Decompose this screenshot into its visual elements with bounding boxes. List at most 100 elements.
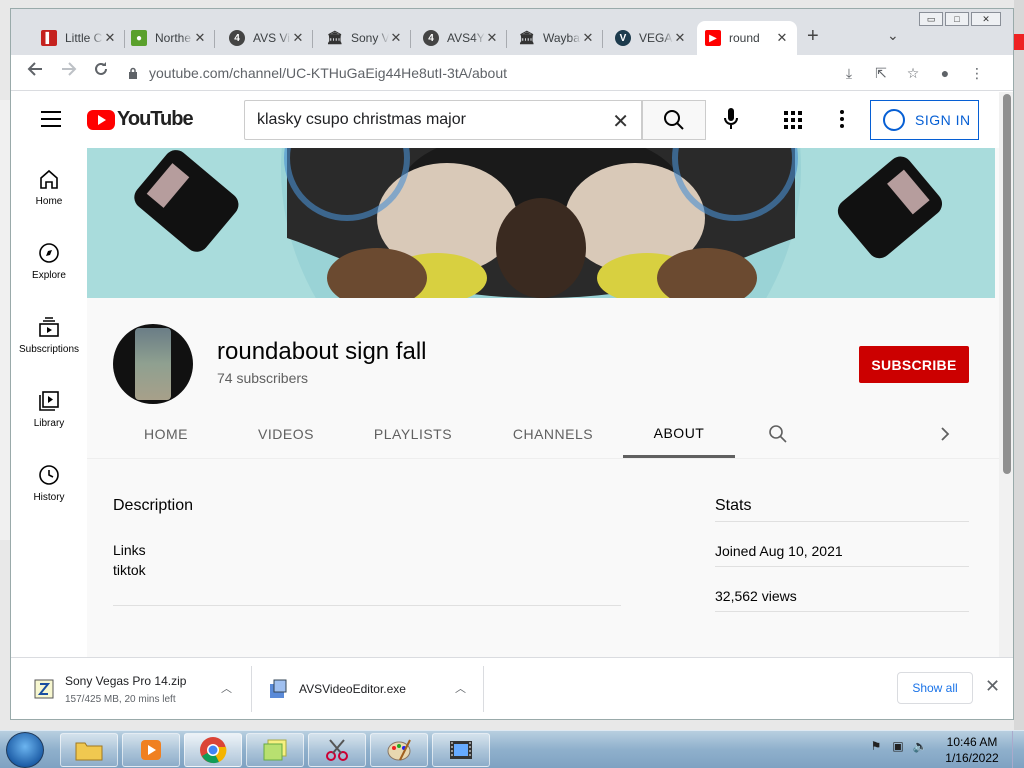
clear-search-icon[interactable]: ✕ — [612, 109, 629, 134]
browser-tab[interactable]: ▶ round ✕ — [697, 21, 797, 55]
apps-grid-icon[interactable] — [784, 111, 802, 129]
vegas-icon: V — [615, 30, 631, 46]
browser-tab[interactable]: 🏛 Sony V ✕ — [319, 21, 411, 55]
browser-tab[interactable]: 🏛 Waybac✕ — [511, 21, 603, 55]
channel-search-icon[interactable] — [763, 410, 793, 458]
tab-close-icon[interactable]: ✕ — [389, 30, 403, 46]
sidebar-item-subscriptions[interactable]: Subscriptions — [11, 310, 87, 355]
new-tab-button[interactable]: + — [807, 25, 819, 48]
chevron-up-icon[interactable]: ︿ — [221, 680, 232, 696]
sidebar-item-history[interactable]: History — [11, 458, 87, 503]
sign-in-button[interactable]: SIGN IN — [870, 100, 979, 140]
tab-close-icon[interactable]: ✕ — [673, 30, 687, 46]
chrome-icon — [200, 737, 227, 764]
tab-title: Little C — [65, 31, 103, 45]
bookmark-star-icon[interactable]: ☆ — [897, 65, 929, 82]
download-item-sony-vegas[interactable]: Sony Vegas Pro 14.zip 157/425 MB, 20 min… — [33, 658, 247, 719]
close-icon[interactable]: ✕ — [985, 676, 1000, 697]
chrome-taskbar-button[interactable] — [184, 733, 242, 767]
stats-divider-3 — [715, 611, 969, 612]
share-icon[interactable]: ⇱ — [865, 65, 897, 82]
sign-in-label: SIGN IN — [915, 112, 971, 128]
reload-button[interactable] — [93, 61, 109, 82]
minimize-button[interactable]: ▭ — [919, 12, 943, 26]
tab-close-icon[interactable]: ✕ — [103, 30, 117, 46]
page-scrollbar[interactable] — [999, 92, 1013, 657]
tab-close-icon[interactable]: ✕ — [775, 30, 789, 46]
tab-close-icon[interactable]: ✕ — [193, 30, 207, 46]
network-icon[interactable]: ▣ — [890, 739, 906, 755]
search-icon — [664, 110, 684, 130]
browser-tab[interactable]: 4 AVS4Y ✕ — [415, 21, 507, 55]
tab-channels[interactable]: CHANNELS — [497, 410, 609, 458]
tab-playlists[interactable]: PLAYLISTS — [361, 410, 465, 458]
tab-about[interactable]: ABOUT — [623, 410, 735, 458]
clock-date: 1/16/2022 — [945, 751, 999, 765]
media-player-taskbar-button[interactable] — [122, 733, 180, 767]
scissors-icon — [326, 739, 348, 761]
subscribe-button[interactable]: SUBSCRIBE — [859, 346, 969, 383]
settings-kebab-icon[interactable] — [840, 110, 844, 131]
chevron-up-icon[interactable]: ︿ — [455, 680, 466, 696]
paint-taskbar-button[interactable] — [370, 733, 428, 767]
action-center-flag-icon[interactable]: ⚑ — [868, 739, 884, 755]
sidebar-item-home[interactable]: Home — [11, 162, 87, 207]
download-item-avs-editor[interactable]: AVSVideoEditor.exe ︿ — [267, 658, 481, 719]
maximize-button[interactable]: □ — [945, 12, 969, 26]
zip-file-icon — [34, 679, 54, 699]
browser-tab[interactable]: ▌ Little C ✕ — [33, 21, 125, 55]
microphone-icon[interactable] — [724, 108, 738, 133]
volume-icon[interactable]: 🔈 — [912, 739, 928, 755]
browser-tab[interactable]: 4 AVS Vi ✕ — [221, 21, 313, 55]
about-section: Description Links tiktok Stats Joined Au… — [87, 458, 999, 657]
show-desktop-button[interactable] — [1012, 731, 1024, 768]
stats-heading: Stats — [715, 497, 752, 514]
install-icon[interactable]: ⤓ — [833, 65, 865, 82]
tab-title: Northe — [155, 31, 192, 45]
paint-palette-icon — [387, 739, 411, 761]
tab-home[interactable]: HOME — [129, 410, 203, 458]
download-name: AVSVideoEditor.exe — [299, 682, 406, 696]
browser-tab[interactable]: ● Northe ✕ — [123, 21, 215, 55]
tab-close-icon[interactable]: ✕ — [291, 30, 305, 46]
tab-close-icon[interactable]: ✕ — [485, 30, 499, 46]
sidebar-item-library[interactable]: Library — [11, 384, 87, 429]
tab-close-icon[interactable]: ✕ — [581, 30, 595, 46]
tiktok-link[interactable]: tiktok — [113, 562, 146, 578]
sticky-notes-taskbar-button[interactable] — [246, 733, 304, 767]
tab-separator — [602, 30, 603, 48]
movie-maker-taskbar-button[interactable] — [432, 733, 490, 767]
address-bar[interactable]: youtube.com/channel/UC-KTHuGaEig44He8utI… — [123, 59, 993, 87]
show-all-downloads-button[interactable]: Show all — [897, 672, 973, 704]
browser-tab[interactable]: V VEGAS✕ — [607, 21, 695, 55]
youtube-masthead: YouTube klasky csupo christmas major ✕ S… — [11, 92, 999, 148]
search-input[interactable]: klasky csupo christmas major ✕ — [244, 100, 642, 140]
channel-avatar[interactable] — [113, 324, 193, 404]
youtube-logo[interactable]: YouTube — [87, 108, 194, 131]
tabs-next-chevron-icon[interactable] — [933, 410, 957, 458]
background-red-marker — [1014, 34, 1024, 50]
back-button[interactable] — [27, 61, 43, 82]
sidebar-item-explore[interactable]: Explore — [11, 236, 87, 281]
system-clock[interactable]: 10:46 AM 1/16/2022 — [940, 734, 1004, 766]
installer-file-icon — [270, 679, 287, 698]
guide-menu-icon[interactable] — [41, 111, 61, 132]
start-button[interactable] — [6, 732, 44, 768]
profile-avatar-icon[interactable]: ● — [929, 65, 961, 82]
channel-header: roundabout sign fall 74 subscribers SUBS… — [87, 298, 999, 458]
explorer-taskbar-button[interactable] — [60, 733, 118, 767]
forward-button[interactable] — [61, 61, 77, 82]
download-status: 157/425 MB, 20 mins left — [65, 693, 176, 705]
close-window-button[interactable]: ✕ — [971, 12, 1001, 26]
scrollbar-thumb[interactable] — [1003, 94, 1011, 474]
search-button[interactable] — [642, 100, 706, 140]
snipping-tool-taskbar-button[interactable] — [308, 733, 366, 767]
sidebar-label-subscriptions: Subscriptions — [18, 344, 80, 355]
tab-videos[interactable]: VIDEOS — [243, 410, 329, 458]
tab-title: AVS Vi — [253, 31, 290, 45]
channel-name: roundabout sign fall — [217, 338, 427, 365]
chrome-menu-icon[interactable]: ⋮ — [961, 65, 993, 82]
avs-icon: 4 — [229, 30, 245, 46]
download-shelf: Sony Vegas Pro 14.zip 157/425 MB, 20 min… — [11, 657, 1013, 719]
tab-search-chevron-icon[interactable]: ⌄ — [887, 27, 899, 44]
